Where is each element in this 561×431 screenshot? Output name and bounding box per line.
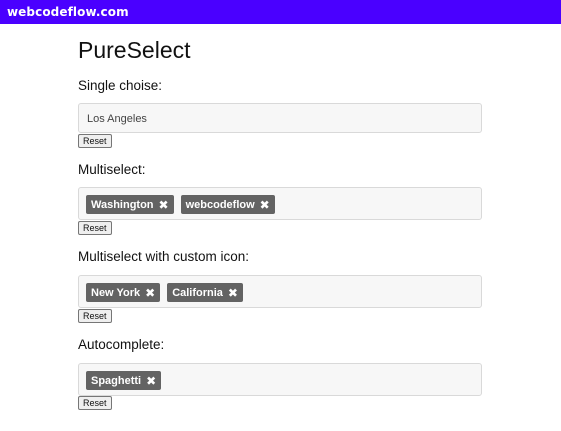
close-icon[interactable]: ✖ [146,375,156,387]
tag-spaghetti: Spaghetti ✖ [86,371,162,390]
tag-label: webcodeflow [185,198,255,211]
single-select[interactable]: Los Angeles [78,103,482,133]
tag-webcodeflow: webcodeflow ✖ [180,195,275,214]
multiselect-reset-button[interactable]: Reset [78,221,112,235]
close-icon[interactable]: ✖ [159,199,169,211]
tag-washington: Washington ✖ [86,195,174,214]
single-select-value: Los Angeles [87,113,147,125]
multiselect-custom-icon-reset-button[interactable]: Reset [78,309,112,323]
site-brand[interactable]: webcodeflow.com [7,4,129,20]
autocomplete-select[interactable]: Spaghetti ✖ [78,363,482,396]
page-title: PureSelect [78,37,191,63]
tag-california: California ✖ [167,283,243,302]
close-icon[interactable]: ✖ [145,287,155,299]
single-reset-button[interactable]: Reset [78,134,112,148]
site-header-bar: webcodeflow.com [0,0,561,24]
tag-label: Washington [91,198,154,211]
tag-label: Spaghetti [91,374,142,387]
multiselect-custom-icon[interactable]: New York ✖ California ✖ [78,275,482,308]
multiselect-label: Multiselect: [78,162,146,177]
tag-label: California [172,286,223,299]
close-icon[interactable]: ✖ [260,199,270,211]
close-icon[interactable]: ✖ [228,287,238,299]
multiselect-custom-icon-label: Multiselect with custom icon: [78,249,250,264]
single-select-label: Single choise: [78,78,163,93]
tag-new-york: New York ✖ [86,283,161,302]
autocomplete-label: Autocomplete: [78,337,165,352]
multiselect[interactable]: Washington ✖ webcodeflow ✖ [78,187,482,220]
tag-label: New York [91,286,141,299]
autocomplete-reset-button[interactable]: Reset [78,396,112,410]
